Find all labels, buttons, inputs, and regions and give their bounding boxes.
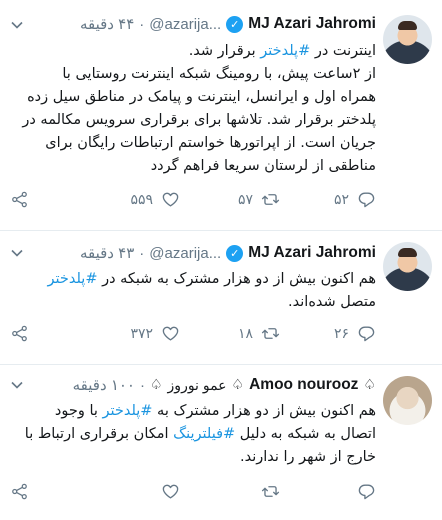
body-line: خارج از شهر را ندارند. [239,449,376,465]
share-icon [12,325,27,341]
author-handle[interactable]: @azarija... [149,16,221,33]
reply-button[interactable]: ۲۶ [334,322,376,344]
author-name[interactable]: MJ Azari Jahromi [248,244,376,262]
emoji-icon: ♤ [363,377,376,393]
share-button[interactable] [10,188,29,210]
reply-count: ۲۶ [333,324,349,341]
body-line: جریان است. از اپراتورها خواستم ارتباطات … [45,135,376,151]
verified-badge-icon: ✓ [226,244,244,262]
author-name[interactable]: Amoo nourooz [249,376,358,394]
hashtag-link[interactable]: #فیلترینگ [173,426,235,442]
retweet-button[interactable] [253,480,280,502]
separator-dot: · [139,15,145,33]
tweet-body: هم اکنون بیش از دو هزار مشترک به #پلدختر… [10,400,376,469]
like-count: ۳۷۲ [130,324,153,341]
author-name[interactable]: MJ Azari Jahromi [248,15,376,33]
tweet-header: MJ Azari Jahromi ✓ @azarija... · ۴۳ دقیق… [80,242,376,264]
tweet-2[interactable]: MJ Azari Jahromi ✓ @azarija... · ۴۳ دقیق… [0,230,442,364]
retweet-icon [261,485,280,497]
author-handle[interactable]: @azarija... [149,245,221,262]
timestamp[interactable]: ۱۰۰ دقیقه [73,376,135,394]
tweet-body: اینترنت در #پلدختر برقرار شد. از ۲ساعت پ… [10,40,376,178]
like-button[interactable] [153,480,180,502]
author-name-persian[interactable]: عمو نوروز [168,377,227,394]
reply-icon [358,191,375,207]
retweet-count: ۱۸ [237,324,253,341]
tweet-header: ♤ Amoo nourooz ♤ عمو نوروز ♤ · ۱۰۰ دقیقه [73,374,376,396]
separator-dot: · [139,244,145,262]
body-line: متصل شده‌اند. [288,294,376,310]
retweet-icon [261,327,280,339]
body-line: مناطقی از لرستان سریعا فراهم گردد [150,158,376,174]
reply-button[interactable] [349,480,376,502]
separator-dot: · [139,376,145,394]
share-icon [12,483,27,499]
body-line: اینترنت در #پلدختر برقرار شد. [188,43,376,59]
body-line: پلدختر برقرار شد. تلاشها برای برقراری سر… [22,112,376,128]
tweet-actions: ۵۲ ۵۷ ۵۵۹ [10,188,376,210]
tweet-3[interactable]: ♤ Amoo nourooz ♤ عمو نوروز ♤ · ۱۰۰ دقیقه… [0,364,442,520]
chevron-down-icon[interactable] [10,378,24,392]
hashtag-link[interactable]: #پلدختر [103,403,153,419]
tweet-actions [10,480,376,502]
heart-icon [162,192,179,207]
body-line: هم اکنون بیش از دو هزار مشترک به #پلدختر… [54,403,376,419]
reply-count: ۵۲ [333,190,349,207]
share-icon [12,191,27,207]
hashtag-link[interactable]: #پلدختر [260,43,310,59]
body-line: هم اکنون بیش از دو هزار مشترک به شبکه در… [47,271,376,287]
share-button[interactable] [10,480,29,502]
avatar[interactable] [383,15,432,64]
retweet-button[interactable]: ۱۸ [238,322,280,344]
retweet-count: ۵۷ [237,190,253,207]
like-count: ۵۵۹ [130,190,153,207]
chevron-down-icon[interactable] [10,246,24,260]
retweet-button[interactable]: ۵۷ [238,188,280,210]
share-button[interactable] [10,322,29,344]
emoji-icon: ♤ [149,377,163,393]
timestamp[interactable]: ۴۴ دقیقه [80,15,134,33]
timestamp[interactable]: ۴۳ دقیقه [80,244,134,262]
tweet-header: MJ Azari Jahromi ✓ @azarija... · ۴۴ دقیق… [80,13,376,35]
body-line: از ۲ساعت پیش، با رومینگ شبکه اینترنت روس… [62,66,376,82]
like-button[interactable]: ۳۷۲ [130,322,180,344]
retweet-icon [261,193,280,205]
chevron-down-icon[interactable] [10,18,24,32]
body-line: همراه اول و ایرانسل، اینترنت و پیامک در … [27,89,376,105]
reply-icon [358,483,375,499]
heart-icon [162,326,179,341]
tweet-actions: ۲۶ ۱۸ ۳۷۲ [10,322,376,344]
hashtag-link[interactable]: #پلدختر [48,271,98,287]
body-line: اتصال به شبکه به دلیل #فیلترینگ امکان بر… [24,426,376,442]
like-button[interactable]: ۵۵۹ [130,188,180,210]
tweet-body: هم اکنون بیش از دو هزار مشترک به شبکه در… [10,268,376,314]
tweet-1[interactable]: MJ Azari Jahromi ✓ @azarija... · ۴۴ دقیق… [0,0,442,230]
emoji-icon: ♤ [231,377,245,393]
reply-icon [358,325,375,341]
avatar[interactable] [383,376,432,425]
reply-button[interactable]: ۵۲ [334,188,376,210]
verified-badge-icon: ✓ [226,15,244,33]
avatar[interactable] [383,242,432,291]
heart-icon [162,484,179,499]
